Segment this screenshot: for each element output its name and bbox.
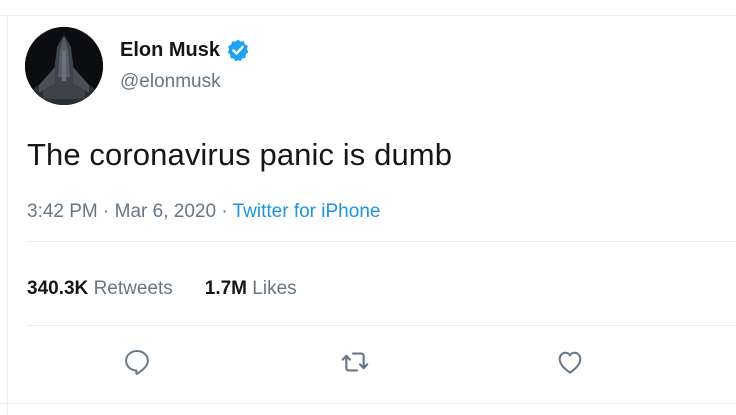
top-divider — [0, 15, 736, 16]
meta-separator: · — [103, 201, 110, 222]
like-button[interactable] — [553, 345, 587, 379]
verified-badge-icon — [226, 38, 250, 62]
like-icon — [558, 351, 582, 374]
likes-label: Likes — [252, 278, 297, 299]
retweet-icon — [341, 352, 369, 372]
retweets-label: Retweets — [93, 278, 173, 299]
retweets-count: 340.3K — [27, 278, 89, 299]
likes-stat[interactable]: 1.7M Likes — [205, 277, 297, 301]
username-handle[interactable]: @elonmusk — [120, 70, 221, 94]
tweet-text: The coronavirus panic is dumb — [27, 137, 453, 172]
left-divider — [7, 15, 8, 415]
avatar-image — [25, 27, 103, 105]
retweets-stat[interactable]: 340.3K Retweets — [27, 277, 173, 301]
tweet-date[interactable]: Mar 6, 2020 — [115, 201, 216, 222]
divider-stats — [27, 325, 736, 326]
meta-separator: · — [221, 201, 228, 222]
tweet-source-link[interactable]: Twitter for iPhone — [233, 201, 381, 222]
retweet-button[interactable] — [338, 345, 372, 379]
divider-meta — [27, 241, 736, 242]
tweet-meta: 3:42 PM · Mar 6, 2020 · Twitter for iPho… — [27, 200, 380, 224]
author-name-row[interactable]: Elon Musk — [120, 38, 250, 62]
divider-bottom — [0, 403, 736, 404]
likes-count: 1.7M — [204, 278, 248, 299]
reply-button[interactable] — [120, 345, 154, 379]
tweet-time[interactable]: 3:42 PM — [27, 201, 98, 222]
avatar[interactable] — [25, 27, 103, 105]
reply-icon — [125, 350, 149, 375]
tweet-card: Elon Musk @elonmusk The coronavirus pani… — [0, 0, 736, 415]
display-name[interactable]: Elon Musk — [120, 38, 220, 62]
tweet-stats: 340.3K Retweets 1.7M Likes — [27, 277, 297, 301]
